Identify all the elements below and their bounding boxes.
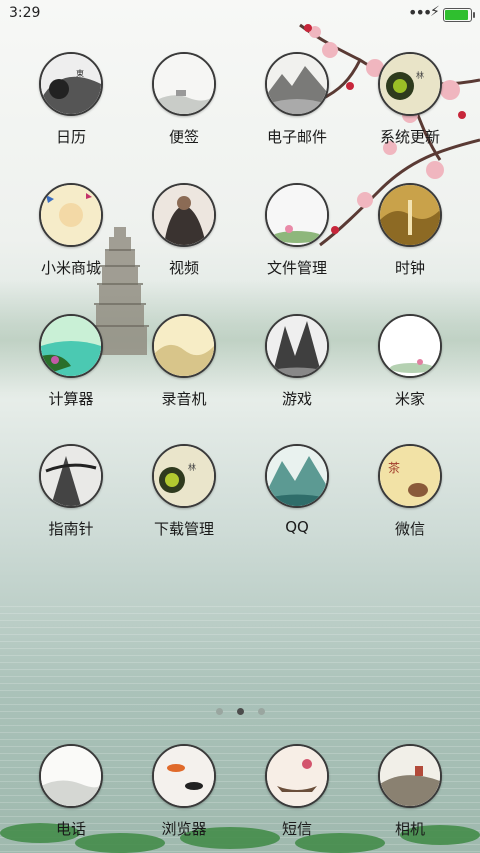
gold-waterfall-icon [378,183,442,247]
lotus-pink-icon [265,183,329,247]
app-label: 浏览器 [161,820,207,838]
app-icon-14[interactable]: 林下载管理 [128,444,240,539]
app-label: 电子邮件 [266,128,327,146]
status-time: 3:29 [9,5,41,21]
dock-icon-2[interactable]: 浏览器 [128,744,240,839]
app-label: 系统更新 [379,128,440,146]
app-icon-1[interactable]: 東日历 [15,52,127,147]
peach-bird-icon [39,183,103,247]
app-label: 指南针 [48,520,94,538]
pale-hills-icon [152,314,216,378]
page-dot-3[interactable] [257,708,265,715]
app-label: 短信 [281,820,312,838]
app-label: QQ [285,518,309,536]
page-indicator [0,700,480,719]
green-lake-icon [39,314,103,378]
app-label: 文件管理 [266,259,327,277]
white-mist-icon [39,744,103,808]
app-label: 相机 [394,820,425,838]
app-icon-4[interactable]: 林系统更新 [354,52,466,147]
charging-icon: ⚡ [430,4,440,20]
app-icon-12[interactable]: 米家 [354,314,466,409]
ink-mountain-icon [265,52,329,116]
app-icon-15[interactable]: QQ [241,444,353,536]
app-label: 视频 [168,259,199,277]
more-dots-icon: ••• [408,3,432,22]
app-icon-5[interactable]: 小米商城 [15,183,127,278]
ink-calendar-icon: 東 [39,52,103,116]
app-icon-2[interactable]: 便签 [128,52,240,147]
dock-icon-4[interactable]: 相机 [354,744,466,839]
app-label: 录音机 [161,390,207,408]
svg-text:林: 林 [188,462,196,472]
app-icon-10[interactable]: 录音机 [128,314,240,409]
dock-icon-3[interactable]: 短信 [241,744,353,839]
status-bar: 3:29 ••• ⚡ [0,0,480,28]
app-label: 计算器 [48,390,94,408]
page-dot-1[interactable] [215,708,223,715]
blue-mountain-icon [265,444,329,508]
svg-text:東: 東 [76,68,84,78]
app-icon-9[interactable]: 计算器 [15,314,127,409]
green-circle-2-icon: 林 [152,444,216,508]
app-icon-8[interactable]: 时钟 [354,183,466,278]
ink-scene-icon [378,744,442,808]
app-label: 便签 [168,128,199,146]
app-label: 微信 [394,520,425,538]
battery-icon [443,8,475,22]
page-dot-2[interactable] [236,708,244,715]
white-lotus-icon [378,314,442,378]
green-circle-icon: 林 [378,52,442,116]
app-icon-13[interactable]: 指南针 [15,444,127,539]
teapot-icon: 茶 [378,444,442,508]
svg-text:茶: 茶 [388,460,400,475]
app-label: 下载管理 [153,520,214,538]
pine-ink-icon [39,444,103,508]
app-icon-3[interactable]: 电子邮件 [241,52,353,147]
app-icon-6[interactable]: 视频 [128,183,240,278]
battery-level [445,10,468,20]
mist-pavilion-icon [152,52,216,116]
app-label: 时钟 [394,259,425,277]
app-label: 米家 [394,390,425,408]
app-label: 电话 [55,820,86,838]
app-icon-7[interactable]: 文件管理 [241,183,353,278]
figure-painting-icon [152,183,216,247]
koi-fish-icon [152,744,216,808]
app-icon-11[interactable]: 游戏 [241,314,353,409]
dock-icon-1[interactable]: 电话 [15,744,127,839]
app-label: 小米商城 [40,259,101,277]
app-label: 日历 [55,128,86,146]
dark-peaks-icon [265,314,329,378]
app-icon-16[interactable]: 茶微信 [354,444,466,539]
flower-boat-icon [265,744,329,808]
app-label: 游戏 [281,390,312,408]
svg-text:林: 林 [416,70,424,80]
